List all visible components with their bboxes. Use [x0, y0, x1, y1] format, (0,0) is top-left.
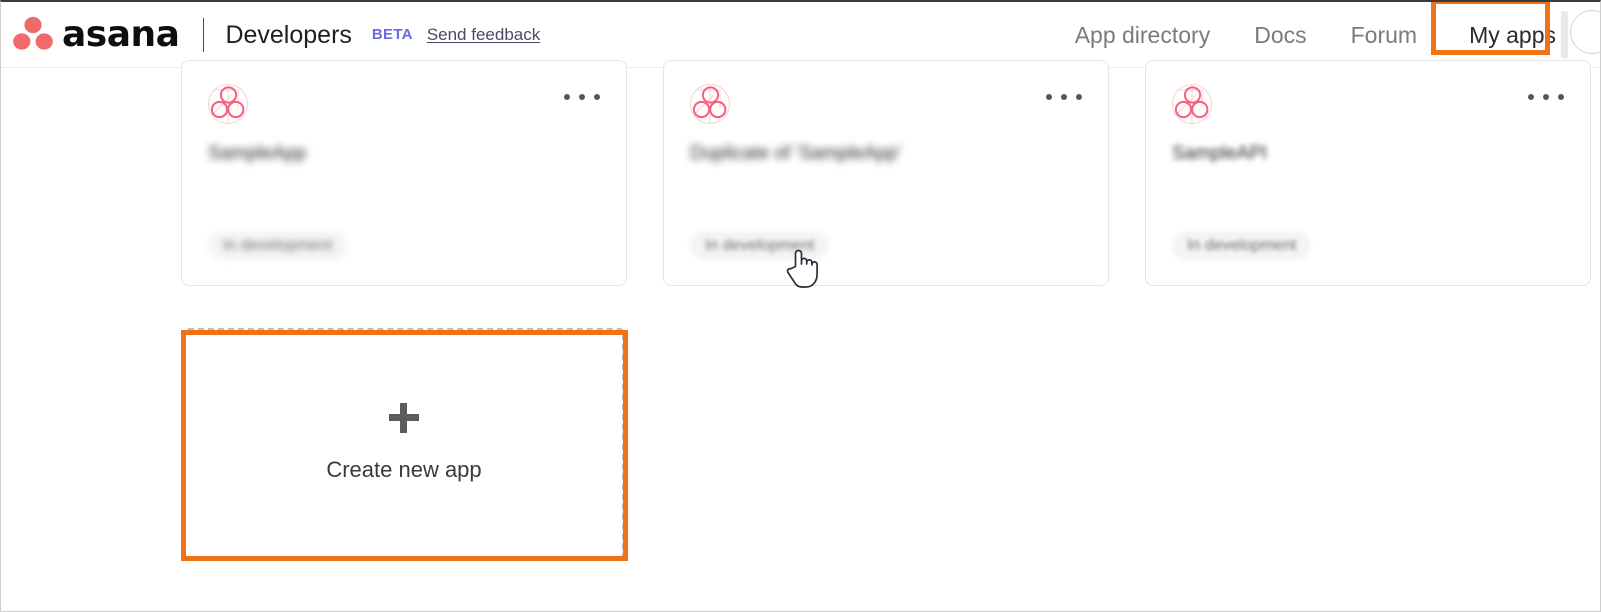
create-new-app-card[interactable]: Create new app: [184, 328, 624, 558]
asana-app-icon: [1171, 83, 1213, 125]
asana-wordmark: asana: [62, 14, 180, 55]
nav-item-forum[interactable]: Forum: [1329, 20, 1439, 50]
nav-item-docs[interactable]: Docs: [1232, 20, 1328, 50]
app-card-list: SampleApp In development Duplicate of 'S…: [181, 60, 1591, 286]
ellipsis-dot: [1061, 94, 1067, 100]
plus-icon: [389, 403, 419, 433]
ellipsis-dot: [1558, 94, 1564, 100]
ellipsis-dot: [1046, 94, 1052, 100]
app-card-title: SampleAPI: [1172, 143, 1268, 164]
app-card[interactable]: SampleApp In development: [181, 60, 627, 286]
app-status-badge: In development: [208, 231, 348, 260]
ellipsis-dot: [564, 94, 570, 100]
card-overflow-menu-button[interactable]: [564, 94, 600, 100]
app-status-badge: In development: [1172, 231, 1312, 260]
asana-logo-icon: [13, 14, 53, 57]
site-header: asana Developers BETA Send feedback App …: [1, 2, 1600, 68]
ellipsis-dot: [1528, 94, 1534, 100]
asana-app-icon: [207, 83, 249, 125]
app-card[interactable]: Duplicate of 'SampleApp' In development: [663, 60, 1109, 286]
ellipsis-dot: [1543, 94, 1549, 100]
nav-item-my-apps-wrapper: My apps: [1431, 2, 1578, 55]
app-card-title: SampleApp: [208, 143, 307, 164]
brand-divider: [203, 17, 205, 52]
beta-badge: BETA: [371, 26, 413, 43]
asana-app-icon: [689, 83, 731, 125]
nav-item-my-apps[interactable]: My apps: [1447, 20, 1578, 50]
ellipsis-dot: [1076, 94, 1082, 100]
card-overflow-menu-button[interactable]: [1046, 94, 1082, 100]
apps-content-area: SampleApp In development Duplicate of 'S…: [1, 60, 1600, 611]
card-overflow-menu-button[interactable]: [1528, 94, 1564, 100]
main-navigation: App directory Docs Forum My apps: [1053, 2, 1600, 67]
create-new-app-label: Create new app: [326, 457, 482, 482]
brand-group[interactable]: asana: [13, 12, 180, 57]
ellipsis-dot: [594, 94, 600, 100]
product-name: Developers: [225, 20, 352, 49]
app-status-badge: In development: [690, 231, 830, 260]
ellipsis-dot: [579, 94, 585, 100]
nav-item-app-directory[interactable]: App directory: [1053, 20, 1233, 50]
app-card-title: Duplicate of 'SampleApp': [690, 143, 902, 164]
app-card[interactable]: SampleAPI In development: [1145, 60, 1591, 286]
developers-my-apps-page: asana Developers BETA Send feedback App …: [0, 0, 1601, 612]
send-feedback-link[interactable]: Send feedback: [427, 25, 540, 45]
scrollbar-track[interactable]: [1561, 11, 1568, 58]
